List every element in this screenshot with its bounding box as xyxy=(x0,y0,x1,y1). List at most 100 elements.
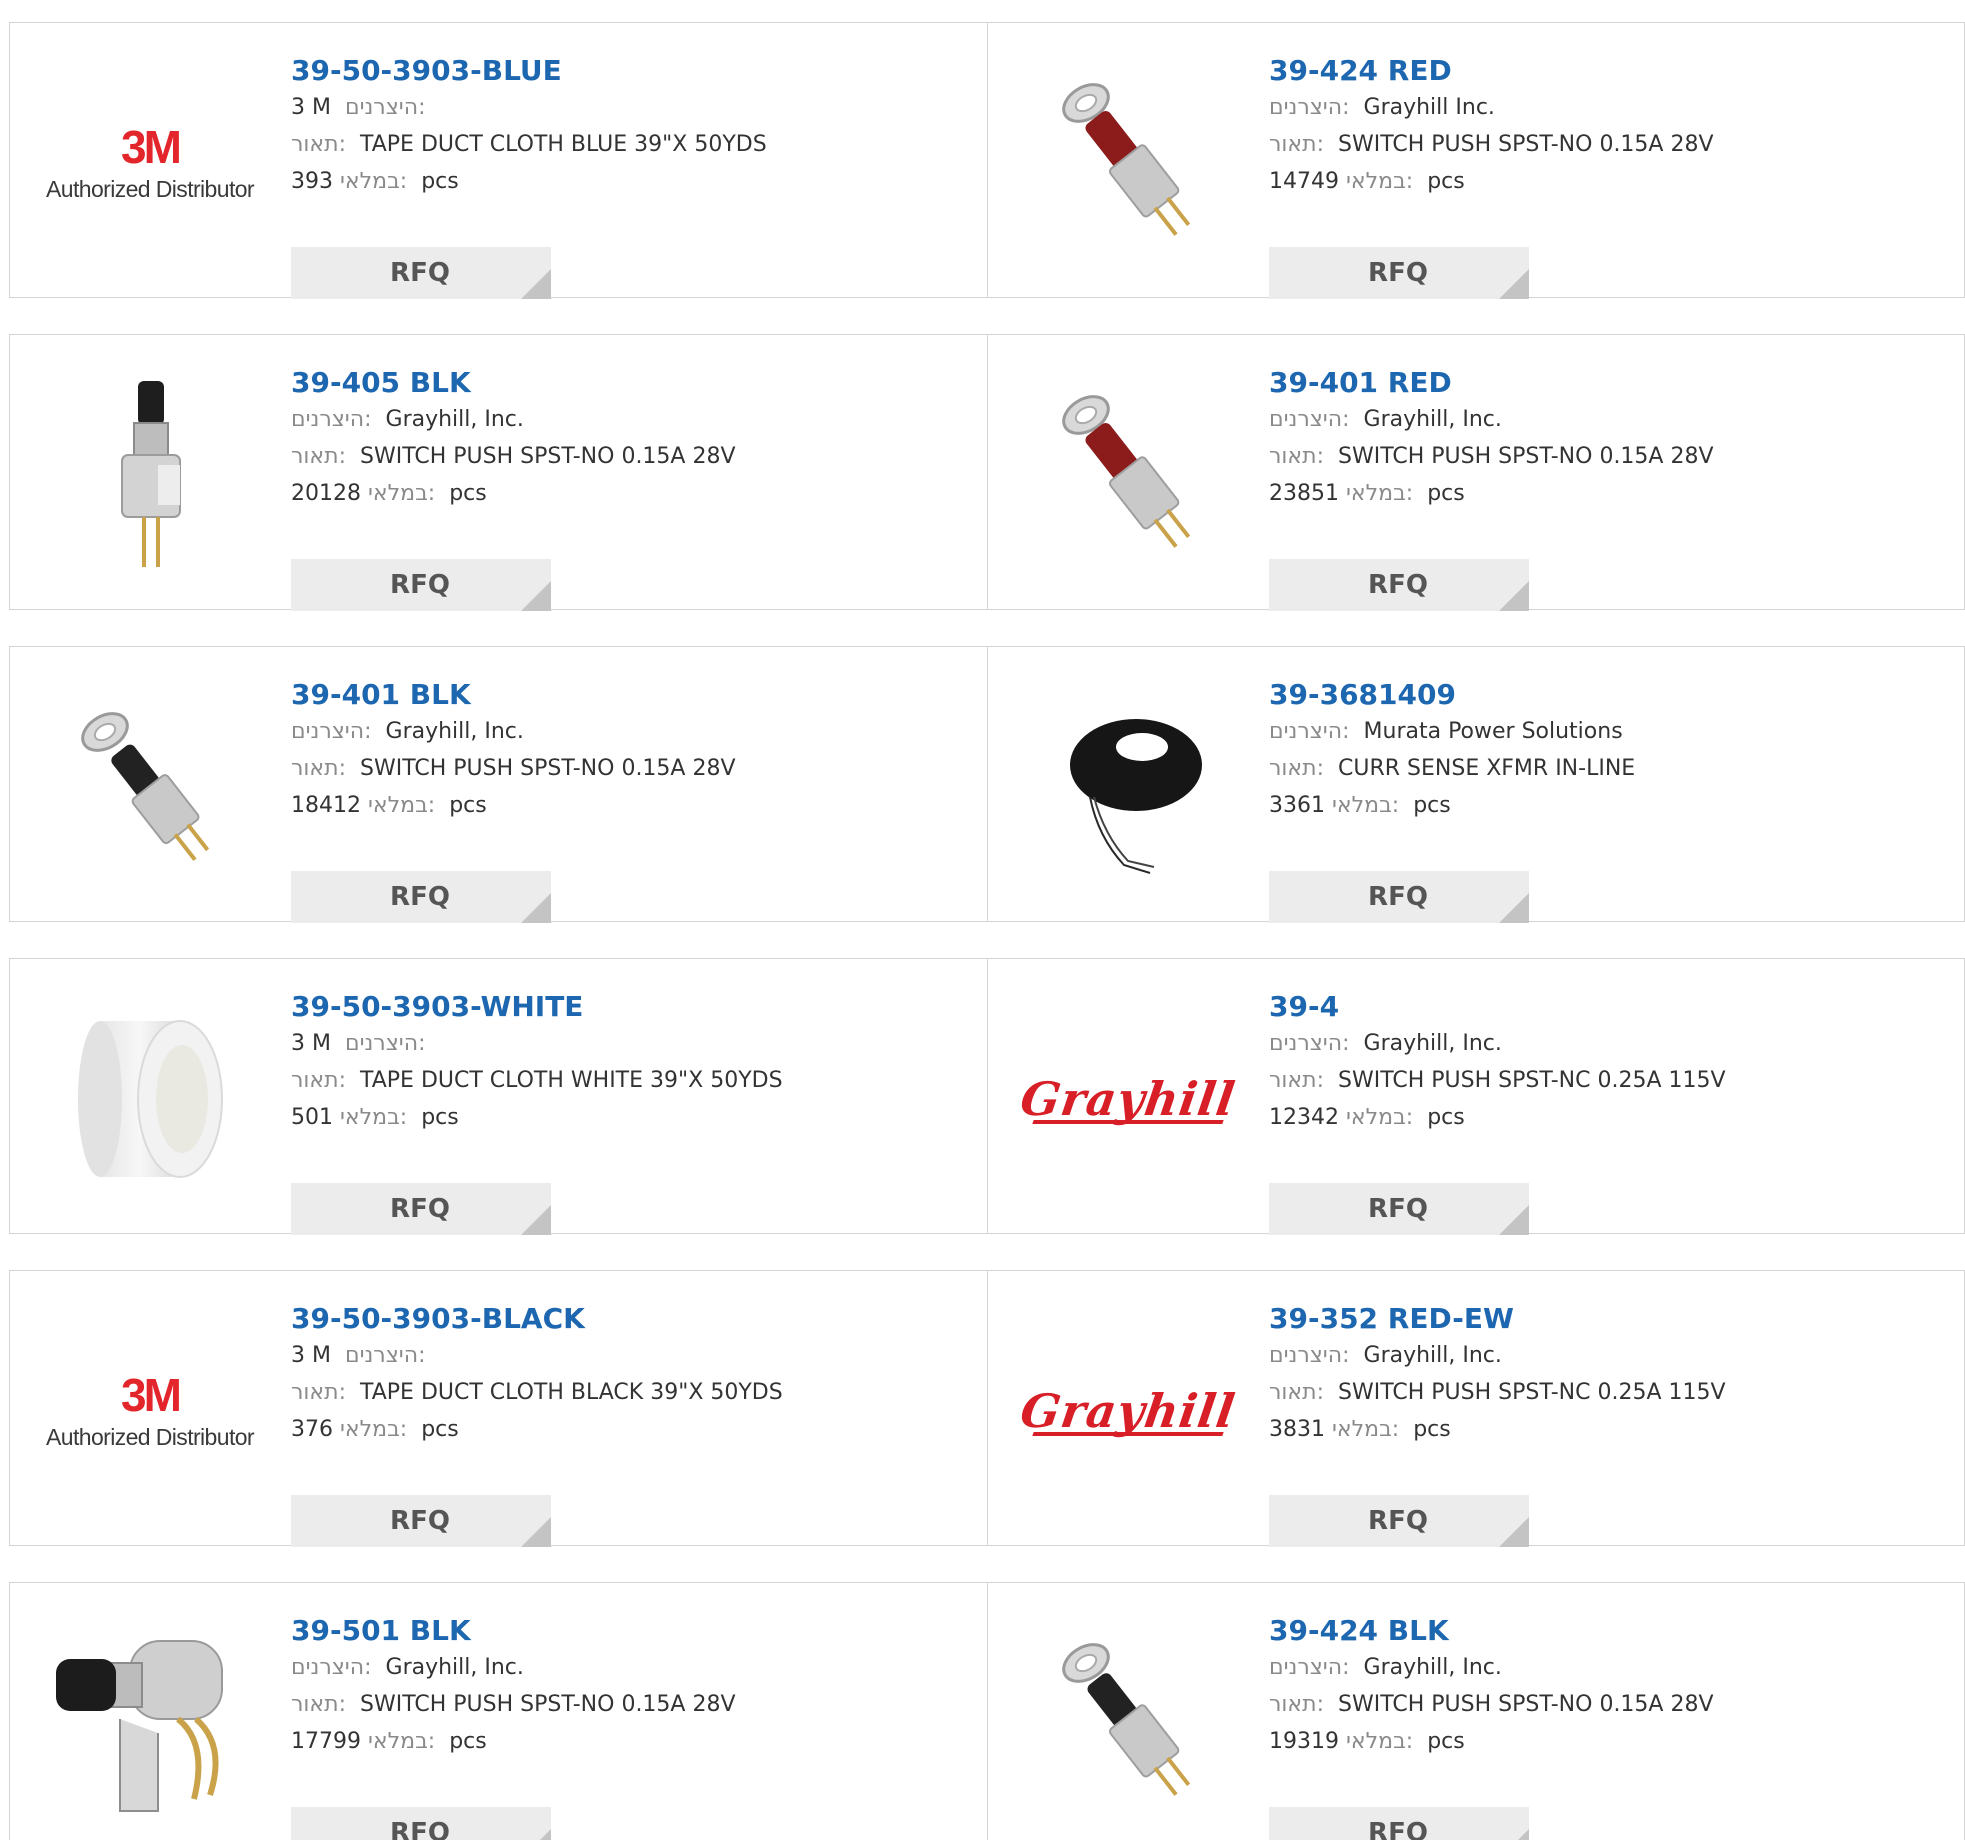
description-value: SWITCH PUSH SPST-NO 0.15A 28V xyxy=(1338,132,1714,157)
product-card: 3M Authorized Distributor 39-50-3903-BLU… xyxy=(10,23,987,299)
rfq-button[interactable]: RFQ xyxy=(291,1495,551,1547)
stock-line: 14749 במלאי: pcs xyxy=(1269,163,1949,200)
stock-label: במלאי: xyxy=(340,169,408,194)
manufacturer-label: היצרנים: xyxy=(344,95,426,120)
product-image[interactable] xyxy=(1028,375,1228,575)
manufacturer-logo-3m[interactable]: 3M Authorized Distributor xyxy=(46,63,255,263)
description-line: תאור: SWITCH PUSH SPST-NO 0.15A 28V xyxy=(1269,126,1949,163)
stock-label: במלאי: xyxy=(1332,1417,1400,1442)
part-number-link[interactable]: 39-405 BLK xyxy=(291,365,971,401)
product-card: 39-424 BLK היצרנים: Grayhill, Inc. תאור: S… xyxy=(987,1583,1964,1840)
manufacturer-label: היצרנים: xyxy=(1269,407,1350,432)
product-image[interactable] xyxy=(50,1623,250,1823)
description-value: SWITCH PUSH SPST-NC 0.25A 115V xyxy=(1338,1380,1726,1405)
stock-unit: pcs xyxy=(1427,1105,1465,1130)
product-card: 39-50-3903-WHITE 3 M היצרנים: תאור: TAPE D… xyxy=(10,959,987,1235)
white-tape-roll-icon xyxy=(78,1020,223,1178)
part-number-link[interactable]: 39-3681409 xyxy=(1269,677,1949,713)
rfq-button[interactable]: RFQ xyxy=(1269,559,1529,611)
rfq-button[interactable]: RFQ xyxy=(1269,247,1529,299)
manufacturer-label: היצרנים: xyxy=(1269,95,1350,120)
manufacturer-line: היצרנים: Murata Power Solutions xyxy=(1269,713,1949,750)
push-switch-black-icon xyxy=(121,381,181,567)
manufacturer-label: היצרנים: xyxy=(291,407,372,432)
stock-unit: pcs xyxy=(421,169,459,194)
part-number-link[interactable]: 39-4 xyxy=(1269,989,1949,1025)
stock-line: 3831 במלאי: pcs xyxy=(1269,1411,1949,1448)
product-row: 39-501 BLK היצרנים: Grayhill, Inc. תאור: S… xyxy=(9,1582,1965,1840)
product-row: 39-50-3903-WHITE 3 M היצרנים: תאור: TAPE D… xyxy=(9,958,1965,1235)
product-info: 39-50-3903-WHITE 3 M היצרנים: תאור: TAPE D… xyxy=(291,989,971,1235)
manufacturer-logo-grayhill[interactable]: Grayhill xyxy=(1017,1311,1239,1511)
part-number-link[interactable]: 39-50-3903-WHITE xyxy=(291,989,971,1025)
manufacturer-logo-grayhill[interactable]: Grayhill xyxy=(1017,999,1239,1199)
stock-value: 3831 xyxy=(1269,1417,1325,1442)
part-number-link[interactable]: 39-50-3903-BLACK xyxy=(291,1301,971,1337)
product-image[interactable] xyxy=(1028,63,1228,263)
description-label: תאור: xyxy=(1269,1692,1324,1717)
part-number-link[interactable]: 39-401 RED xyxy=(1269,365,1949,401)
stock-unit: pcs xyxy=(1427,169,1465,194)
manufacturer-line: היצרנים: Grayhill, Inc. xyxy=(291,1649,971,1686)
product-image[interactable] xyxy=(1028,687,1228,887)
3m-logo-mark: 3M xyxy=(121,120,182,173)
manufacturer-value: Grayhill Inc. xyxy=(1363,95,1495,120)
stock-line: 3361 במלאי: pcs xyxy=(1269,787,1949,824)
push-switch-black-icon xyxy=(1062,1643,1191,1796)
manufacturer-value: 3 M xyxy=(291,1031,331,1056)
product-card: 39-405 BLK היצרנים: Grayhill, Inc. תאור: S… xyxy=(10,335,987,611)
product-info: 39-401 BLK היצרנים: Grayhill, Inc. תאור: S… xyxy=(291,677,971,923)
product-row: 3M Authorized Distributor 39-50-3903-BLU… xyxy=(9,22,1965,299)
manufacturer-value: Grayhill, Inc. xyxy=(385,1655,524,1680)
grayhill-logo-mark: Grayhill xyxy=(1017,1072,1239,1126)
description-value: SWITCH PUSH SPST-NC 0.25A 115V xyxy=(1338,1068,1726,1093)
stock-line: 17799 במלאי: pcs xyxy=(291,1723,971,1760)
part-number-link[interactable]: 39-352 RED-EW xyxy=(1269,1301,1949,1337)
product-image[interactable] xyxy=(50,999,250,1199)
part-number-link[interactable]: 39-424 BLK xyxy=(1269,1613,1949,1649)
rfq-button[interactable]: RFQ xyxy=(291,1807,551,1840)
stock-label: במלאי: xyxy=(368,1729,436,1754)
stock-label: במלאי: xyxy=(340,1417,408,1442)
product-row: 39-405 BLK היצרנים: Grayhill, Inc. תאור: S… xyxy=(9,334,1965,611)
rfq-button[interactable]: RFQ xyxy=(291,871,551,923)
stock-label: במלאי: xyxy=(340,1105,408,1130)
part-number-link[interactable]: 39-50-3903-BLUE xyxy=(291,53,971,89)
stock-value: 501 xyxy=(291,1105,333,1130)
description-line: תאור: SWITCH PUSH SPST-NO 0.15A 28V xyxy=(291,750,971,787)
rfq-button[interactable]: RFQ xyxy=(1269,871,1529,923)
stock-line: 501 במלאי: pcs xyxy=(291,1099,971,1136)
manufacturer-line: היצרנים: Grayhill, Inc. xyxy=(1269,1337,1949,1374)
description-value: TAPE DUCT CLOTH BLACK 39"X 50YDS xyxy=(360,1380,783,1405)
manufacturer-line: היצרנים: Grayhill Inc. xyxy=(1269,89,1949,126)
description-line: תאור: TAPE DUCT CLOTH BLACK 39"X 50YDS xyxy=(291,1374,971,1411)
description-label: תאור: xyxy=(291,1380,346,1405)
stock-line: 12342 במלאי: pcs xyxy=(1269,1099,1949,1136)
rfq-button[interactable]: RFQ xyxy=(291,247,551,299)
product-image[interactable] xyxy=(1028,1623,1228,1823)
stock-label: במלאי: xyxy=(1332,793,1400,818)
manufacturer-value: 3 M xyxy=(291,95,331,120)
manufacturer-line: היצרנים: Grayhill, Inc. xyxy=(291,713,971,750)
manufacturer-value: Grayhill, Inc. xyxy=(385,407,524,432)
rfq-button[interactable]: RFQ xyxy=(1269,1807,1529,1840)
part-number-link[interactable]: 39-501 BLK xyxy=(291,1613,971,1649)
product-image[interactable] xyxy=(50,687,250,887)
product-info: 39-424 RED היצרנים: Grayhill Inc. תאור: SW… xyxy=(1269,53,1949,299)
stock-value: 3361 xyxy=(1269,793,1325,818)
rfq-button[interactable]: RFQ xyxy=(291,559,551,611)
manufacturer-value: 3 M xyxy=(291,1343,331,1368)
rfq-button[interactable]: RFQ xyxy=(291,1183,551,1235)
manufacturer-logo-3m[interactable]: 3M Authorized Distributor xyxy=(46,1311,255,1511)
product-image[interactable] xyxy=(50,375,250,575)
rfq-button[interactable]: RFQ xyxy=(1269,1495,1529,1547)
part-number-link[interactable]: 39-424 RED xyxy=(1269,53,1949,89)
manufacturer-label: היצרנים: xyxy=(1269,1343,1350,1368)
stock-unit: pcs xyxy=(1413,793,1451,818)
part-number-link[interactable]: 39-401 BLK xyxy=(291,677,971,713)
push-switch-red-icon xyxy=(1062,395,1191,548)
rfq-button[interactable]: RFQ xyxy=(1269,1183,1529,1235)
description-label: תאור: xyxy=(1269,444,1324,469)
push-switch-black-icon xyxy=(81,712,210,861)
stock-label: במלאי: xyxy=(1346,169,1414,194)
